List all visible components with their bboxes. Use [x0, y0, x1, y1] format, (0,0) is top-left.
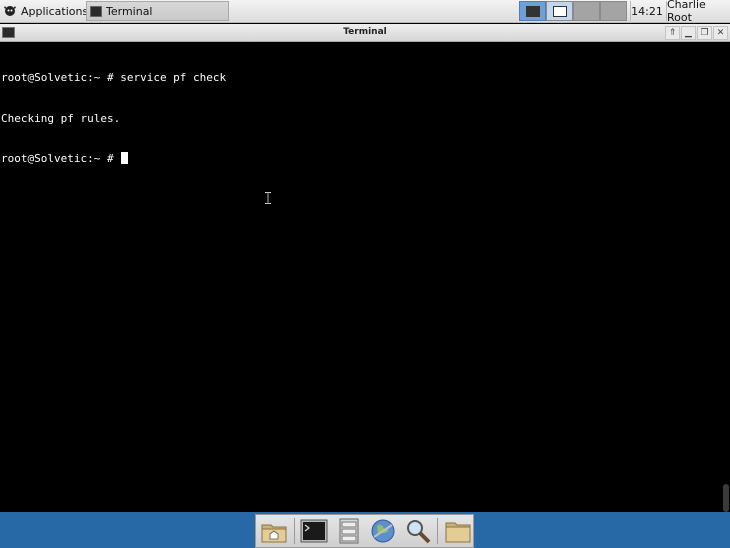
- terminal-scrollbar[interactable]: [722, 43, 730, 512]
- workspace-3[interactable]: [573, 1, 600, 21]
- dock: [255, 514, 474, 548]
- window-titlebar[interactable]: Terminal ⇑ ▁ ❐ ✕: [0, 24, 730, 42]
- user-name[interactable]: Charlie Root: [666, 0, 730, 24]
- file-cabinet-icon[interactable]: [333, 516, 364, 546]
- maximize-icon[interactable]: ❐: [697, 26, 712, 40]
- minimize-icon[interactable]: ▁: [681, 26, 696, 40]
- taskbar-terminal-label: Terminal: [106, 4, 153, 18]
- window-title: Terminal: [343, 27, 387, 37]
- workspace-2[interactable]: [546, 1, 573, 21]
- dock-separator: [293, 518, 295, 544]
- scrollbar-thumb[interactable]: [723, 484, 729, 512]
- web-browser-icon[interactable]: [368, 516, 399, 546]
- applications-label: Applications: [21, 4, 89, 18]
- window-thumbnail-icon: [526, 6, 540, 17]
- terminal-icon[interactable]: [299, 516, 330, 546]
- search-icon[interactable]: [403, 516, 434, 546]
- workspace-4[interactable]: [600, 1, 627, 21]
- close-icon[interactable]: ✕: [713, 26, 728, 40]
- workspace-switcher: [519, 1, 627, 21]
- window-thumbnail-icon: [553, 6, 567, 17]
- window-controls: ⇑ ▁ ❐ ✕: [665, 26, 728, 40]
- terminal-icon: [90, 5, 102, 17]
- terminal-prompt: root@Solvetic:~ #: [1, 152, 121, 165]
- terminal-prompt-line: root@Solvetic:~ #: [1, 152, 722, 166]
- dock-separator: [437, 518, 439, 544]
- clock[interactable]: 14:21: [630, 1, 663, 21]
- folder-icon[interactable]: [442, 516, 473, 546]
- home-folder-icon[interactable]: [259, 516, 290, 546]
- text-cursor: [121, 152, 129, 164]
- terminal-line: root@Solvetic:~ # service pf check: [1, 71, 227, 84]
- ibeam-cursor-icon: [265, 192, 271, 204]
- applications-menu[interactable]: Applications: [2, 1, 88, 21]
- workspace-1[interactable]: [519, 1, 546, 21]
- top-panel: Applications Terminal 14:21 Charlie Root: [0, 0, 730, 24]
- shade-icon[interactable]: ⇑: [665, 26, 680, 40]
- terminal-line: Checking pf rules.: [1, 111, 121, 125]
- terminal-output[interactable]: root@Solvetic:~ # service pf check Check…: [0, 43, 722, 512]
- freebsd-logo-icon: [2, 2, 18, 21]
- taskbar-terminal-button[interactable]: Terminal: [86, 1, 229, 21]
